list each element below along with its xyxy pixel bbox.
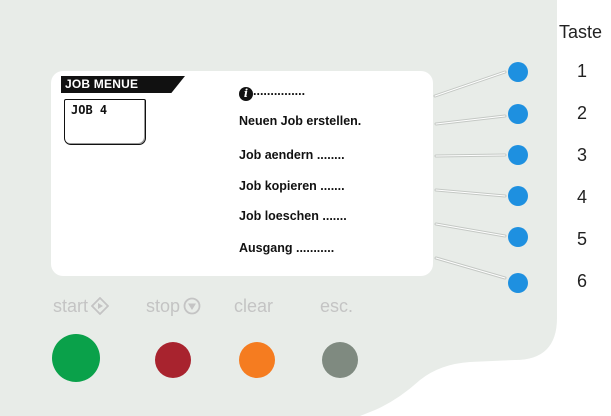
taste-number-3: 3 <box>576 145 587 165</box>
menu-item-exit: Ausgang ........... <box>239 241 334 255</box>
lcd-screen: JOB MENUE JOB 4 i............... Neuen J… <box>51 71 433 276</box>
start-label: start <box>53 296 110 317</box>
start-label-text: start <box>53 296 89 316</box>
taste-number-1: 1 <box>576 61 587 81</box>
taste-number-4: 4 <box>576 187 587 207</box>
soft-key-1[interactable] <box>508 62 528 82</box>
menu-item-copy-job: Job kopieren ....... <box>239 179 345 193</box>
menu-item-dots: ............... <box>253 84 306 98</box>
taste-number-5: 5 <box>576 229 587 249</box>
soft-key-6[interactable] <box>508 273 528 293</box>
menu-item-label: Job kopieren <box>239 179 317 193</box>
menu-item-dots: ........ <box>316 148 345 162</box>
soft-key-3[interactable] <box>508 145 528 165</box>
menu-title: JOB MENUE <box>61 76 185 93</box>
menu-item-label: Neuen Job erstellen. <box>239 114 362 128</box>
menu-item-dots: ....... <box>322 209 347 223</box>
start-button[interactable] <box>52 334 100 382</box>
menu-item-info: i............... <box>239 84 305 101</box>
clear-button[interactable] <box>239 342 275 378</box>
soft-key-5[interactable] <box>508 227 528 247</box>
menu-item-edit-job: Job aendern ........ <box>239 148 345 162</box>
menu-item-new-job: Neuen Job erstellen. <box>239 114 361 128</box>
menu-item-delete-job: Job loeschen ....... <box>239 209 347 223</box>
menu-item-label: Job aendern <box>239 148 314 162</box>
menu-item-label: Job loeschen <box>239 209 319 223</box>
menu-item-dots: ....... <box>320 179 345 193</box>
clear-label: clear <box>234 296 274 316</box>
stop-label-text: stop <box>146 296 181 316</box>
stop-button[interactable] <box>155 342 191 378</box>
soft-key-4[interactable] <box>508 186 528 206</box>
taste-number-2: 2 <box>576 103 587 123</box>
stop-label: stop <box>146 296 201 317</box>
esc-button[interactable] <box>322 342 358 378</box>
start-diamond-icon <box>91 297 110 315</box>
menu-item-label: Ausgang <box>239 241 293 255</box>
menu-item-dots: ........... <box>295 241 335 255</box>
taste-number-6: 6 <box>576 271 587 291</box>
taste-heading: Taste <box>559 22 603 42</box>
soft-key-2[interactable] <box>508 104 528 124</box>
info-icon: i <box>239 87 253 101</box>
esc-label: esc. <box>320 296 354 316</box>
stop-circle-icon <box>183 297 201 315</box>
job-indicator: JOB 4 <box>64 99 146 145</box>
